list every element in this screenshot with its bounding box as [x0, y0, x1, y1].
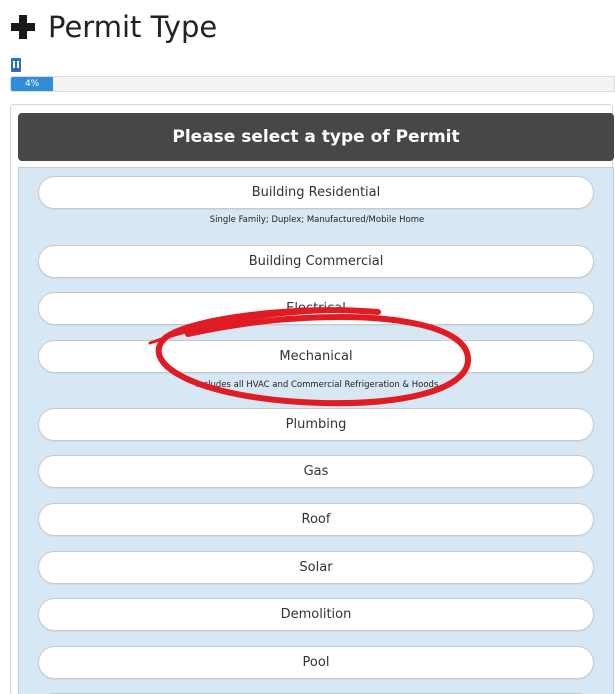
- permit-option-solar[interactable]: Solar: [38, 551, 594, 584]
- page-header: Permit Type: [8, 10, 217, 44]
- page-title: Permit Type: [48, 10, 218, 44]
- permit-option-pool[interactable]: Pool: [38, 646, 594, 679]
- progress-fill: 4%: [11, 77, 54, 91]
- permit-description-building-residential: Single Family; Duplex; Manufactured/Mobi…: [209, 215, 425, 225]
- plus-icon: [8, 12, 38, 42]
- permit-description-mechanical: Includes all HVAC and Commercial Refrige…: [195, 380, 439, 390]
- permit-options-list: Building Residential Single Family; Dupl…: [18, 167, 614, 694]
- panel-heading: Please select a type of Permit: [18, 113, 614, 161]
- permit-option-gas[interactable]: Gas: [38, 455, 594, 488]
- permit-option-demolition[interactable]: Demolition: [38, 598, 594, 631]
- permit-option-roof[interactable]: Roof: [38, 503, 594, 536]
- permit-option-plumbing[interactable]: Plumbing: [38, 408, 594, 441]
- page: Permit Type 4% Please select a type of P…: [0, 0, 615, 694]
- permit-option-mechanical[interactable]: Mechanical: [38, 340, 594, 373]
- document-icon: [11, 58, 21, 72]
- permit-option-electrical[interactable]: Electrical: [38, 292, 594, 325]
- progress-bar: 4%: [10, 76, 615, 92]
- permit-option-building-residential[interactable]: Building Residential: [38, 176, 594, 209]
- permit-option-building-commercial[interactable]: Building Commercial: [38, 245, 594, 278]
- permit-type-panel: Please select a type of Permit Building …: [10, 104, 614, 694]
